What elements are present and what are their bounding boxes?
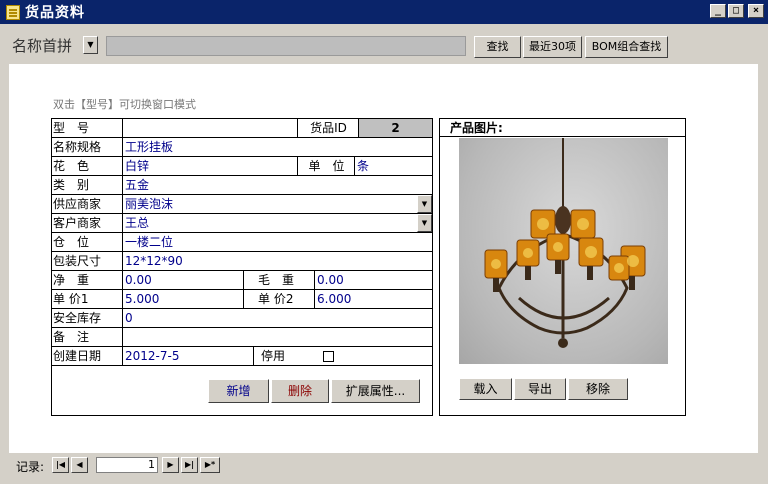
- customer-combo[interactable]: 王总: [123, 214, 417, 232]
- prev-record-button[interactable]: ◀: [71, 457, 88, 473]
- remarks-label: 备 注: [53, 330, 90, 344]
- color-label: 花 色: [53, 159, 90, 173]
- safety-stock-field[interactable]: 0: [123, 309, 432, 327]
- new-record-button[interactable]: ▶*: [200, 457, 220, 473]
- chandelier-image: [484, 138, 646, 348]
- current-record-input[interactable]: 1: [96, 457, 158, 473]
- name-spec-label: 名称规格: [53, 140, 102, 154]
- row-model: 型 号 货品ID 2: [52, 119, 432, 138]
- row-name-spec: 名称规格 工形挂板: [52, 138, 432, 157]
- bom-find-button[interactable]: BOM组合查找: [585, 36, 668, 58]
- product-image-panel: 产品图片: 载入 导出 移除: [439, 118, 686, 416]
- find-button[interactable]: 查找: [474, 36, 521, 58]
- warehouse-field[interactable]: 一楼二位: [123, 233, 432, 251]
- row-safety-stock: 安全库存 0: [52, 309, 432, 328]
- remarks-field[interactable]: [123, 328, 432, 346]
- record-label: 记录:: [16, 460, 45, 474]
- load-image-button[interactable]: 载入: [459, 378, 512, 400]
- window-title: 货品资料: [25, 5, 85, 21]
- price2-field[interactable]: 6.000: [315, 290, 432, 308]
- goods-form: 型 号 货品ID 2 名称规格 工形挂板 花 色 白锌 单 位 条 类 别 五金…: [51, 118, 433, 416]
- supplier-dropdown-button[interactable]: ▼: [417, 195, 432, 213]
- product-photo[interactable]: [459, 138, 668, 364]
- supplier-combo[interactable]: 丽美泡沫: [123, 195, 417, 213]
- form-icon: [6, 4, 20, 20]
- recent-30-button[interactable]: 最近30项: [523, 36, 582, 58]
- gross-weight-field[interactable]: 0.00: [315, 271, 432, 289]
- next-record-button[interactable]: ▶: [162, 457, 179, 473]
- row-weight: 净 重 0.00 毛 重 0.00: [52, 271, 432, 290]
- unit-field[interactable]: 条: [355, 157, 432, 175]
- unit-label: 单 位: [308, 159, 345, 173]
- customer-dropdown-button[interactable]: ▼: [417, 214, 432, 232]
- color-field[interactable]: 白锌: [123, 157, 297, 175]
- row-category: 类 别 五金: [52, 176, 432, 195]
- row-customer: 客户商家 王总 ▼: [52, 214, 432, 233]
- warehouse-label: 仓 位: [53, 235, 90, 249]
- net-weight-field[interactable]: 0.00: [123, 271, 243, 289]
- last-record-button[interactable]: ▶|: [181, 457, 198, 473]
- price1-label: 单 价1: [53, 292, 89, 306]
- row-remarks: 备 注: [52, 328, 432, 347]
- title-bar: 货品资料 _ □ ×: [0, 0, 768, 24]
- row-color: 花 色 白锌 单 位 条: [52, 157, 432, 176]
- category-label: 类 别: [53, 178, 90, 192]
- disabled-checkbox[interactable]: [323, 351, 334, 362]
- search-input[interactable]: [106, 36, 466, 56]
- record-navigator: 记录: |◀ ◀ 1 ▶ ▶| ▶*: [0, 455, 768, 477]
- remove-image-button[interactable]: 移除: [568, 378, 628, 400]
- gross-weight-label: 毛 重: [258, 273, 295, 287]
- name-spec-field[interactable]: 工形挂板: [123, 138, 432, 156]
- window-controls: _ □ ×: [710, 4, 764, 18]
- supplier-label: 供应商家: [53, 197, 102, 211]
- package-size-label: 包装尺寸: [53, 254, 102, 268]
- main-panel: 双击【型号】可切换窗口模式 型 号 货品ID 2 名称规格 工形挂板 花 色 白…: [9, 64, 758, 453]
- search-field-label[interactable]: 名称首拼: [12, 35, 72, 56]
- created-date-field[interactable]: 2012-7-5: [123, 347, 253, 365]
- safety-stock-label: 安全库存: [53, 311, 102, 325]
- delete-button[interactable]: 删除: [271, 379, 329, 403]
- export-image-button[interactable]: 导出: [514, 378, 566, 400]
- row-created-date: 创建日期 2012-7-5 停用: [52, 347, 432, 366]
- maximize-button[interactable]: □: [728, 4, 744, 18]
- model-label: 型 号: [53, 121, 90, 135]
- product-image-title: 产品图片:: [440, 119, 685, 137]
- search-toolbar: 名称首拼 ▼ 查找 最近30项 BOM组合查找: [0, 26, 768, 64]
- net-weight-label: 净 重: [53, 273, 90, 287]
- row-package-size: 包装尺寸 12*12*90: [52, 252, 432, 271]
- row-supplier: 供应商家 丽美泡沫 ▼: [52, 195, 432, 214]
- disabled-label: 停用: [261, 349, 286, 363]
- mode-hint: 双击【型号】可切换窗口模式: [53, 98, 196, 111]
- model-field[interactable]: [123, 119, 297, 137]
- row-price: 单 价1 5.000 单 价2 6.000: [52, 290, 432, 309]
- price1-field[interactable]: 5.000: [123, 290, 243, 308]
- search-field-dropdown-button[interactable]: ▼: [83, 36, 98, 54]
- category-field[interactable]: 五金: [123, 176, 432, 194]
- close-button[interactable]: ×: [748, 4, 764, 18]
- minimize-button[interactable]: _: [710, 4, 726, 18]
- add-button[interactable]: 新增: [208, 379, 269, 403]
- goods-id-label: 货品ID: [310, 121, 347, 135]
- row-warehouse: 仓 位 一楼二位: [52, 233, 432, 252]
- extend-properties-button[interactable]: 扩展属性...: [331, 379, 420, 403]
- package-size-field[interactable]: 12*12*90: [123, 252, 432, 270]
- customer-label: 客户商家: [53, 216, 102, 230]
- created-date-label: 创建日期: [53, 349, 102, 363]
- goods-id-value: 2: [359, 119, 432, 137]
- price2-label: 单 价2: [258, 292, 294, 306]
- first-record-button[interactable]: |◀: [52, 457, 69, 473]
